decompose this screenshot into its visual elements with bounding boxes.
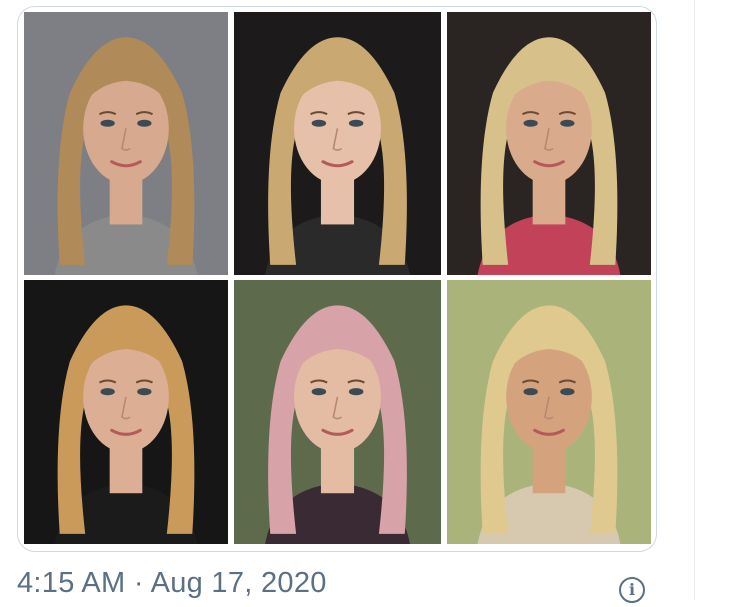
photo-4[interactable] bbox=[24, 280, 228, 544]
info-icon[interactable]: i bbox=[619, 577, 645, 603]
tweet-timestamp[interactable]: 4:15 AM · Aug 17, 2020 bbox=[17, 567, 327, 607]
photo-1[interactable] bbox=[24, 12, 228, 275]
photo-6[interactable] bbox=[447, 280, 651, 544]
media-card bbox=[17, 6, 657, 552]
column-divider bbox=[694, 0, 695, 600]
photo-grid bbox=[24, 12, 651, 544]
photo-5[interactable] bbox=[234, 280, 441, 544]
photo-2[interactable] bbox=[234, 12, 441, 275]
photo-3[interactable] bbox=[447, 12, 651, 275]
